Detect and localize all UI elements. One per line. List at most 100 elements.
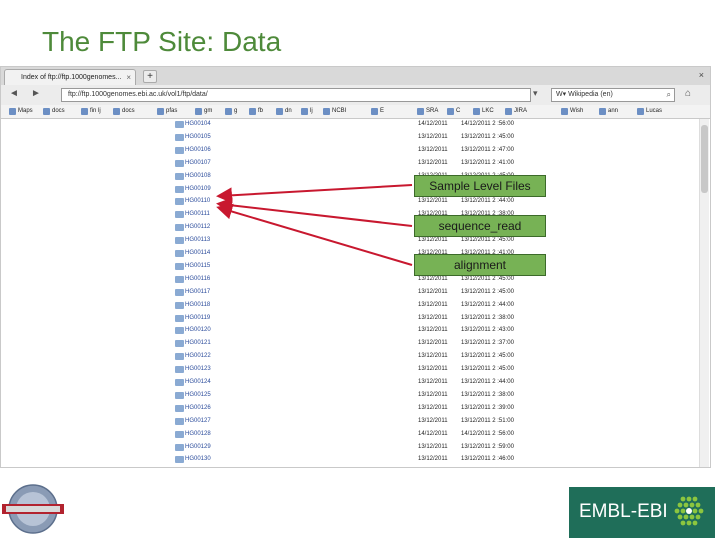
bookmark-item[interactable]: g (225, 107, 237, 116)
folder-icon (175, 456, 184, 464)
folder-link[interactable]: HG00114 (185, 248, 210, 259)
bookmark-item[interactable]: Wish (561, 107, 583, 116)
window-close-icon[interactable]: × (699, 70, 704, 80)
folder-modified: 13/12/2011 2 :44:00 (461, 379, 514, 385)
folder-link[interactable]: HG00112 (185, 222, 210, 233)
folder-link[interactable]: HG00125 (185, 390, 211, 401)
bookmark-icon (43, 108, 50, 115)
search-icon[interactable]: ⌕ (667, 89, 671, 101)
bookmark-item[interactable]: fb (249, 107, 263, 116)
folder-date: 13/12/2011 (418, 417, 448, 424)
bookmark-icon (323, 108, 330, 115)
folder-link[interactable]: HG00124 (185, 377, 211, 388)
bookmark-label: Lucas (646, 108, 663, 114)
folder-link[interactable]: HG00131 (185, 467, 211, 468)
bookmark-item[interactable]: dn (276, 107, 292, 116)
bookmark-icon (301, 108, 308, 115)
folder-link[interactable]: HG00106 (185, 145, 211, 156)
folder-link[interactable]: HG00123 (185, 364, 211, 375)
folder-link[interactable]: HG00120 (185, 325, 211, 336)
bookmark-label: Maps (18, 108, 33, 114)
table-row: HG00113 13/12/2011 13/12/2011 2 :45:00 (1, 235, 710, 248)
folder-date: 13/12/2011 (418, 146, 448, 153)
folder-link[interactable]: HG00122 (185, 351, 211, 362)
folder-icon (175, 275, 184, 283)
scroll-thumb[interactable] (701, 125, 708, 193)
folder-icon (175, 353, 184, 361)
tab-close-icon[interactable]: × (126, 70, 131, 85)
bookmark-label: SRA (426, 108, 439, 114)
browser-tab[interactable]: Index of ftp://ftp.1000genomes... × (4, 69, 136, 85)
bookmark-item[interactable]: SRA (417, 107, 438, 116)
folder-date: 13/12/2011 (418, 314, 448, 321)
scrollbar[interactable] (699, 119, 709, 467)
bookmark-item[interactable]: gm (195, 107, 212, 116)
home-icon[interactable]: ⌂ (685, 88, 691, 99)
forward-icon[interactable]: ► (31, 88, 41, 99)
table-row: HG00130 13/12/2011 13/12/2011 2 :46:00 (1, 454, 710, 467)
folder-link[interactable]: HG00109 (185, 184, 211, 195)
folder-link[interactable]: HG00128 (185, 429, 211, 440)
url-dropdown-icon[interactable]: ▾ (533, 88, 538, 99)
folder-link[interactable]: HG00118 (185, 300, 210, 311)
ebi-hexagon-icon (674, 496, 704, 526)
bookmark-item[interactable]: C (447, 107, 460, 116)
folder-link[interactable]: HG00126 (185, 403, 211, 414)
folder-link[interactable]: HG00105 (185, 132, 211, 143)
bookmark-item[interactable]: JIRA (505, 107, 527, 116)
folder-link[interactable]: HG00116 (185, 274, 210, 285)
bookmark-icon (561, 108, 568, 115)
bookmark-label: fb (258, 108, 264, 114)
folder-link[interactable]: HG00130 (185, 454, 211, 465)
folder-link[interactable]: HG00119 (185, 313, 210, 324)
bookmark-item[interactable]: docs (113, 107, 135, 116)
folder-link[interactable]: HG00121 (185, 338, 211, 349)
search-input[interactable]: W▾ Wikipedia (en) ⌕ (551, 88, 675, 102)
bookmark-item[interactable]: E (371, 107, 384, 116)
folder-date: 13/12/2011 (418, 353, 448, 360)
bookmark-label: lj (310, 108, 313, 114)
back-icon[interactable]: ◄ (9, 88, 19, 99)
folder-link[interactable]: HG00127 (185, 416, 211, 427)
table-row: HG0011513/12/201113/12/2011 2 :43:00 (1, 261, 710, 274)
bookmark-label: C (456, 108, 461, 114)
url-input[interactable]: ftp://ftp.1000genomes.ebi.ac.uk/vol1/ftp… (61, 88, 531, 102)
folder-link[interactable]: HG00107 (185, 158, 211, 169)
folder-link[interactable]: HG00117 (185, 287, 210, 298)
folder-link[interactable]: HG00108 (185, 171, 211, 182)
bookmark-icon (599, 108, 606, 115)
bookmark-item[interactable]: Lucas (637, 107, 662, 116)
new-tab-button[interactable]: + (143, 70, 157, 83)
table-row: HG00114 13/12/2011 13/12/2011 2 :41:00 (1, 248, 710, 261)
table-row: HG00106 13/12/2011 13/12/2011 2 :47:00 (1, 145, 710, 158)
folder-link[interactable]: HG00110 (185, 196, 210, 207)
folder-modified: 13/12/2011 2 :38:00 (461, 314, 514, 321)
folder-date: 13/12/2011 (418, 366, 448, 373)
bookmark-item[interactable]: LKC (473, 107, 494, 116)
table-row: HG0011113/12/201113/12/2011 2 :38:00 (1, 209, 710, 222)
bookmark-item[interactable]: NCBI (323, 107, 346, 116)
folder-modified: 14/12/2011 2 :56:00 (461, 121, 514, 127)
bookmark-item[interactable]: ann (599, 107, 618, 116)
navigation-bar: ◄ ► ftp://ftp.1000genomes.ebi.ac.uk/vol1… (1, 85, 710, 105)
folder-link[interactable]: HG00104 (185, 119, 211, 130)
table-row: HG00124 13/12/2011 13/12/2011 2 :44:00 (1, 377, 710, 390)
folder-modified: 13/12/2011 2 :44:00 (461, 198, 514, 205)
embl-ebi-logo-text: EMBL-EBI (579, 501, 668, 522)
bookmark-item[interactable]: fin lj (81, 107, 101, 116)
bookmark-item[interactable]: lj (301, 107, 313, 116)
folder-link[interactable]: HG00115 (185, 261, 210, 272)
bookmark-label: gm (204, 108, 213, 114)
folder-link[interactable]: HG00113 (185, 235, 210, 246)
bookmark-item[interactable]: docs (43, 107, 65, 116)
bookmark-item[interactable]: pfas (157, 107, 177, 116)
folder-modified: 13/12/2011 2 :46:00 (461, 456, 514, 463)
folder-modified: 13/12/2011 2 :47:00 (461, 146, 514, 153)
folder-link[interactable]: HG00111 (185, 209, 210, 220)
search-engine-label: W▾ Wikipedia (en) (556, 91, 613, 98)
folder-icon (175, 430, 184, 438)
folder-date: 14/12/2011 (418, 121, 448, 127)
folder-icon (175, 211, 184, 219)
folder-link[interactable]: HG00129 (185, 442, 211, 453)
bookmark-item[interactable]: Maps (9, 107, 33, 116)
